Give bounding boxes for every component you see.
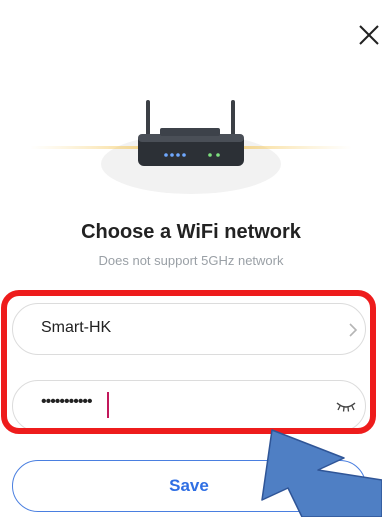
text-caret: [107, 392, 109, 418]
close-icon[interactable]: [356, 22, 382, 48]
network-name: Smart-HK: [41, 319, 112, 336]
password-field[interactable]: •••••••••••: [12, 380, 366, 432]
chevron-right-icon: [349, 323, 358, 337]
eye-closed-icon[interactable]: [335, 399, 357, 413]
network-select[interactable]: Smart-HK: [12, 303, 366, 355]
page-title: Choose a WiFi network: [81, 221, 301, 243]
save-button[interactable]: Save: [12, 460, 366, 512]
password-value: •••••••••••: [41, 393, 93, 410]
router-icon: [30, 100, 352, 194]
page-subtitle: Does not support 5GHz network: [98, 253, 284, 268]
